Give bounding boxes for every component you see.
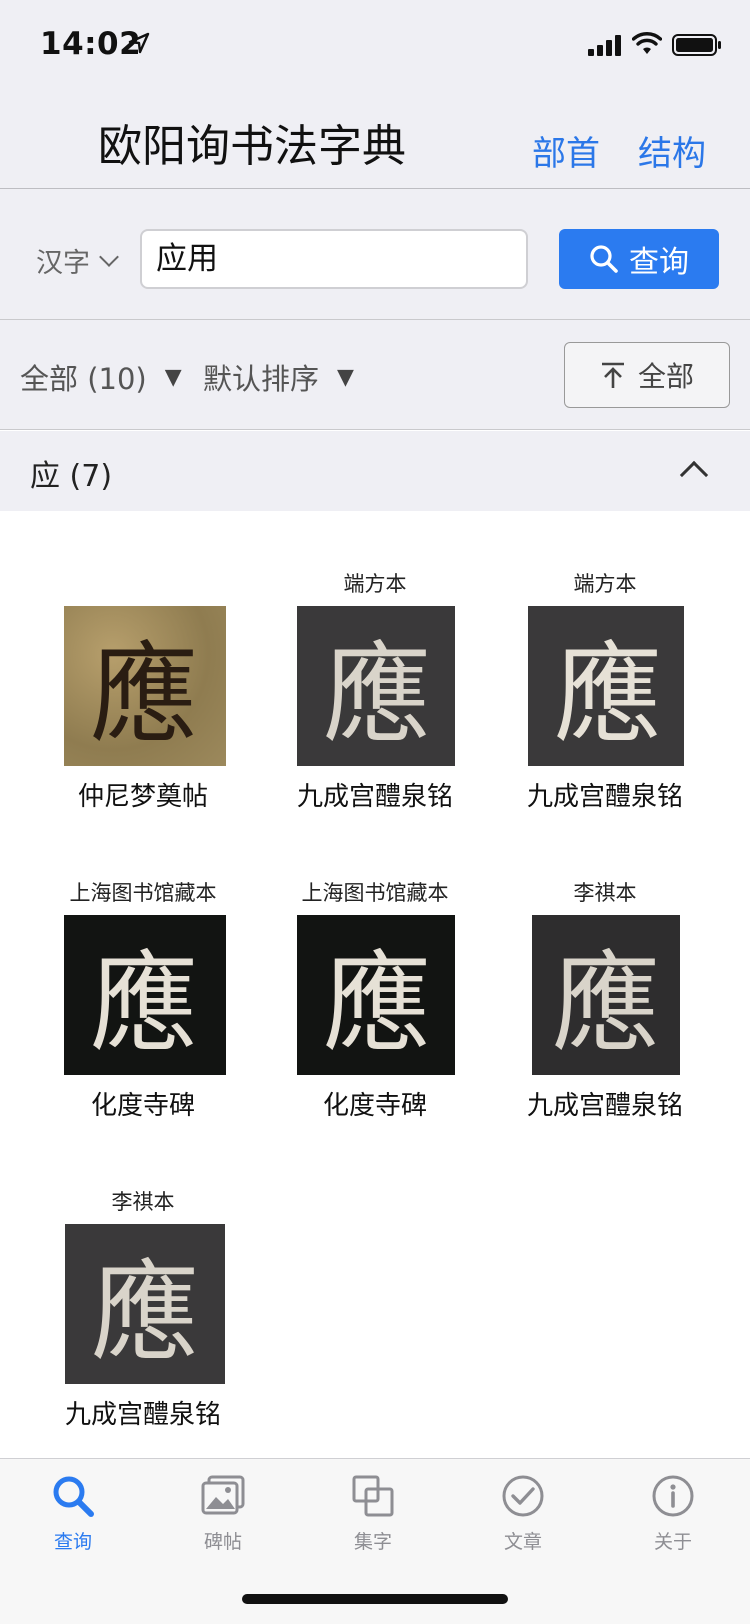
check-circle-icon xyxy=(502,1475,544,1517)
chevron-up-icon[interactable] xyxy=(679,460,709,490)
status-time: 14:02 xyxy=(40,26,142,62)
wifi-icon xyxy=(632,32,662,54)
home-indicator xyxy=(242,1594,508,1604)
glyph-card[interactable]: 上海图书馆藏本 應 化度寺碑 xyxy=(260,820,490,1130)
tab-label: 碑帖 xyxy=(203,1531,242,1553)
calligraphy-image: 應 xyxy=(532,915,680,1075)
glyph-card[interactable]: 李祺本 應 九成宫醴泉铭 xyxy=(28,1129,258,1439)
tab-label: 集字 xyxy=(353,1531,392,1553)
search-icon xyxy=(590,245,618,273)
photos-icon xyxy=(201,1475,245,1515)
scope-filter[interactable]: 全部 (10) ▼ xyxy=(20,356,182,398)
sort-filter[interactable]: 默认排序 ▼ xyxy=(203,356,354,398)
cellular-signal-icon xyxy=(588,35,621,56)
glyph-char: 應 xyxy=(551,942,660,1067)
source-label: 九成宫醴泉铭 xyxy=(526,782,683,812)
chevron-down-icon xyxy=(99,246,119,267)
edition-label: 端方本 xyxy=(343,572,407,596)
dropdown-triangle-icon: ▼ xyxy=(337,364,354,390)
tab-rubbings[interactable]: 碑帖 xyxy=(168,1473,278,1554)
search-button-label: 查询 xyxy=(629,245,689,280)
source-label: 九成宫醴泉铭 xyxy=(64,1400,221,1430)
search-type-select[interactable]: 汉字 xyxy=(36,241,119,280)
source-label: 九成宫醴泉铭 xyxy=(296,782,453,812)
glyph-grid: 應 仲尼梦奠帖 端方本 應 九成宫醴泉铭 端方本 應 九成宫醴泉铭 上海图书馆藏… xyxy=(0,511,750,1459)
tab-label: 查询 xyxy=(53,1531,92,1553)
tab-label: 关于 xyxy=(653,1531,692,1553)
scroll-top-label: 全部 xyxy=(637,360,694,393)
search-type-label: 汉字 xyxy=(36,248,90,279)
navigation-bar: 欧阳询书法字典 部首 结构 xyxy=(0,94,750,189)
status-bar: 14:02 xyxy=(0,0,750,94)
calligraphy-image: 應 xyxy=(64,606,226,766)
glyph-char: 應 xyxy=(553,633,662,758)
search-input[interactable]: 应用 xyxy=(140,229,528,289)
glyph-card[interactable]: 李祺本 應 九成宫醴泉铭 xyxy=(490,820,720,1130)
source-label: 仲尼梦奠帖 xyxy=(77,782,208,812)
glyph-card[interactable]: 上海图书馆藏本 應 化度寺碑 xyxy=(28,820,258,1130)
tab-search[interactable]: 查询 xyxy=(18,1473,128,1554)
tab-about[interactable]: 关于 xyxy=(618,1473,728,1554)
scroll-top-button[interactable]: 全部 xyxy=(564,342,730,408)
tab-label: 文章 xyxy=(503,1531,542,1553)
info-icon xyxy=(652,1475,694,1517)
location-arrow-icon xyxy=(128,32,150,54)
edition-label: 李祺本 xyxy=(111,1190,175,1214)
glyph-char: 應 xyxy=(89,633,198,758)
dropdown-triangle-icon: ▼ xyxy=(164,364,182,390)
glyph-char: 應 xyxy=(322,633,431,758)
tab-articles[interactable]: 文章 xyxy=(468,1473,578,1554)
edition-label: 端方本 xyxy=(573,572,637,596)
app-title: 欧阳询书法字典 xyxy=(98,121,406,172)
search-icon xyxy=(53,1476,94,1517)
battery-icon xyxy=(672,34,721,56)
source-label: 九成宫醴泉铭 xyxy=(526,1091,683,1121)
scope-filter-label: 全部 (10) xyxy=(20,362,147,396)
group-title: 应 (7) xyxy=(30,459,113,494)
edition-label: 李祺本 xyxy=(573,881,637,905)
glyph-char: 應 xyxy=(89,942,198,1067)
glyph-card[interactable]: 應 仲尼梦奠帖 xyxy=(28,511,258,821)
arrow-to-top-icon xyxy=(601,362,624,388)
edition-label: 上海图书馆藏本 xyxy=(301,881,449,905)
glyph-card[interactable]: 端方本 應 九成宫醴泉铭 xyxy=(490,511,720,821)
source-label: 化度寺碑 xyxy=(90,1091,195,1121)
nav-structure-link[interactable]: 结构 xyxy=(638,126,706,175)
glyph-char: 應 xyxy=(90,1251,199,1376)
tab-collect[interactable]: 集字 xyxy=(318,1473,428,1554)
calligraphy-image: 應 xyxy=(64,915,226,1075)
collage-icon xyxy=(352,1475,394,1517)
glyph-char: 應 xyxy=(322,942,431,1067)
search-button[interactable]: 查询 xyxy=(559,229,719,289)
calligraphy-image: 應 xyxy=(65,1224,225,1384)
glyph-card[interactable]: 端方本 應 九成宫醴泉铭 xyxy=(260,511,490,821)
calligraphy-image: 應 xyxy=(528,606,684,766)
nav-radicals-link[interactable]: 部首 xyxy=(532,126,600,175)
source-label: 化度寺碑 xyxy=(322,1091,427,1121)
sort-filter-label: 默认排序 xyxy=(203,362,320,396)
group-header[interactable]: 应 (7) xyxy=(0,431,750,511)
search-bar: 汉字 应用 查询 xyxy=(0,189,750,320)
calligraphy-image: 應 xyxy=(297,915,455,1075)
calligraphy-image: 應 xyxy=(297,606,455,766)
edition-label: 上海图书馆藏本 xyxy=(69,881,217,905)
filter-bar: 全部 (10) ▼ 默认排序 ▼ 全部 xyxy=(0,320,750,430)
